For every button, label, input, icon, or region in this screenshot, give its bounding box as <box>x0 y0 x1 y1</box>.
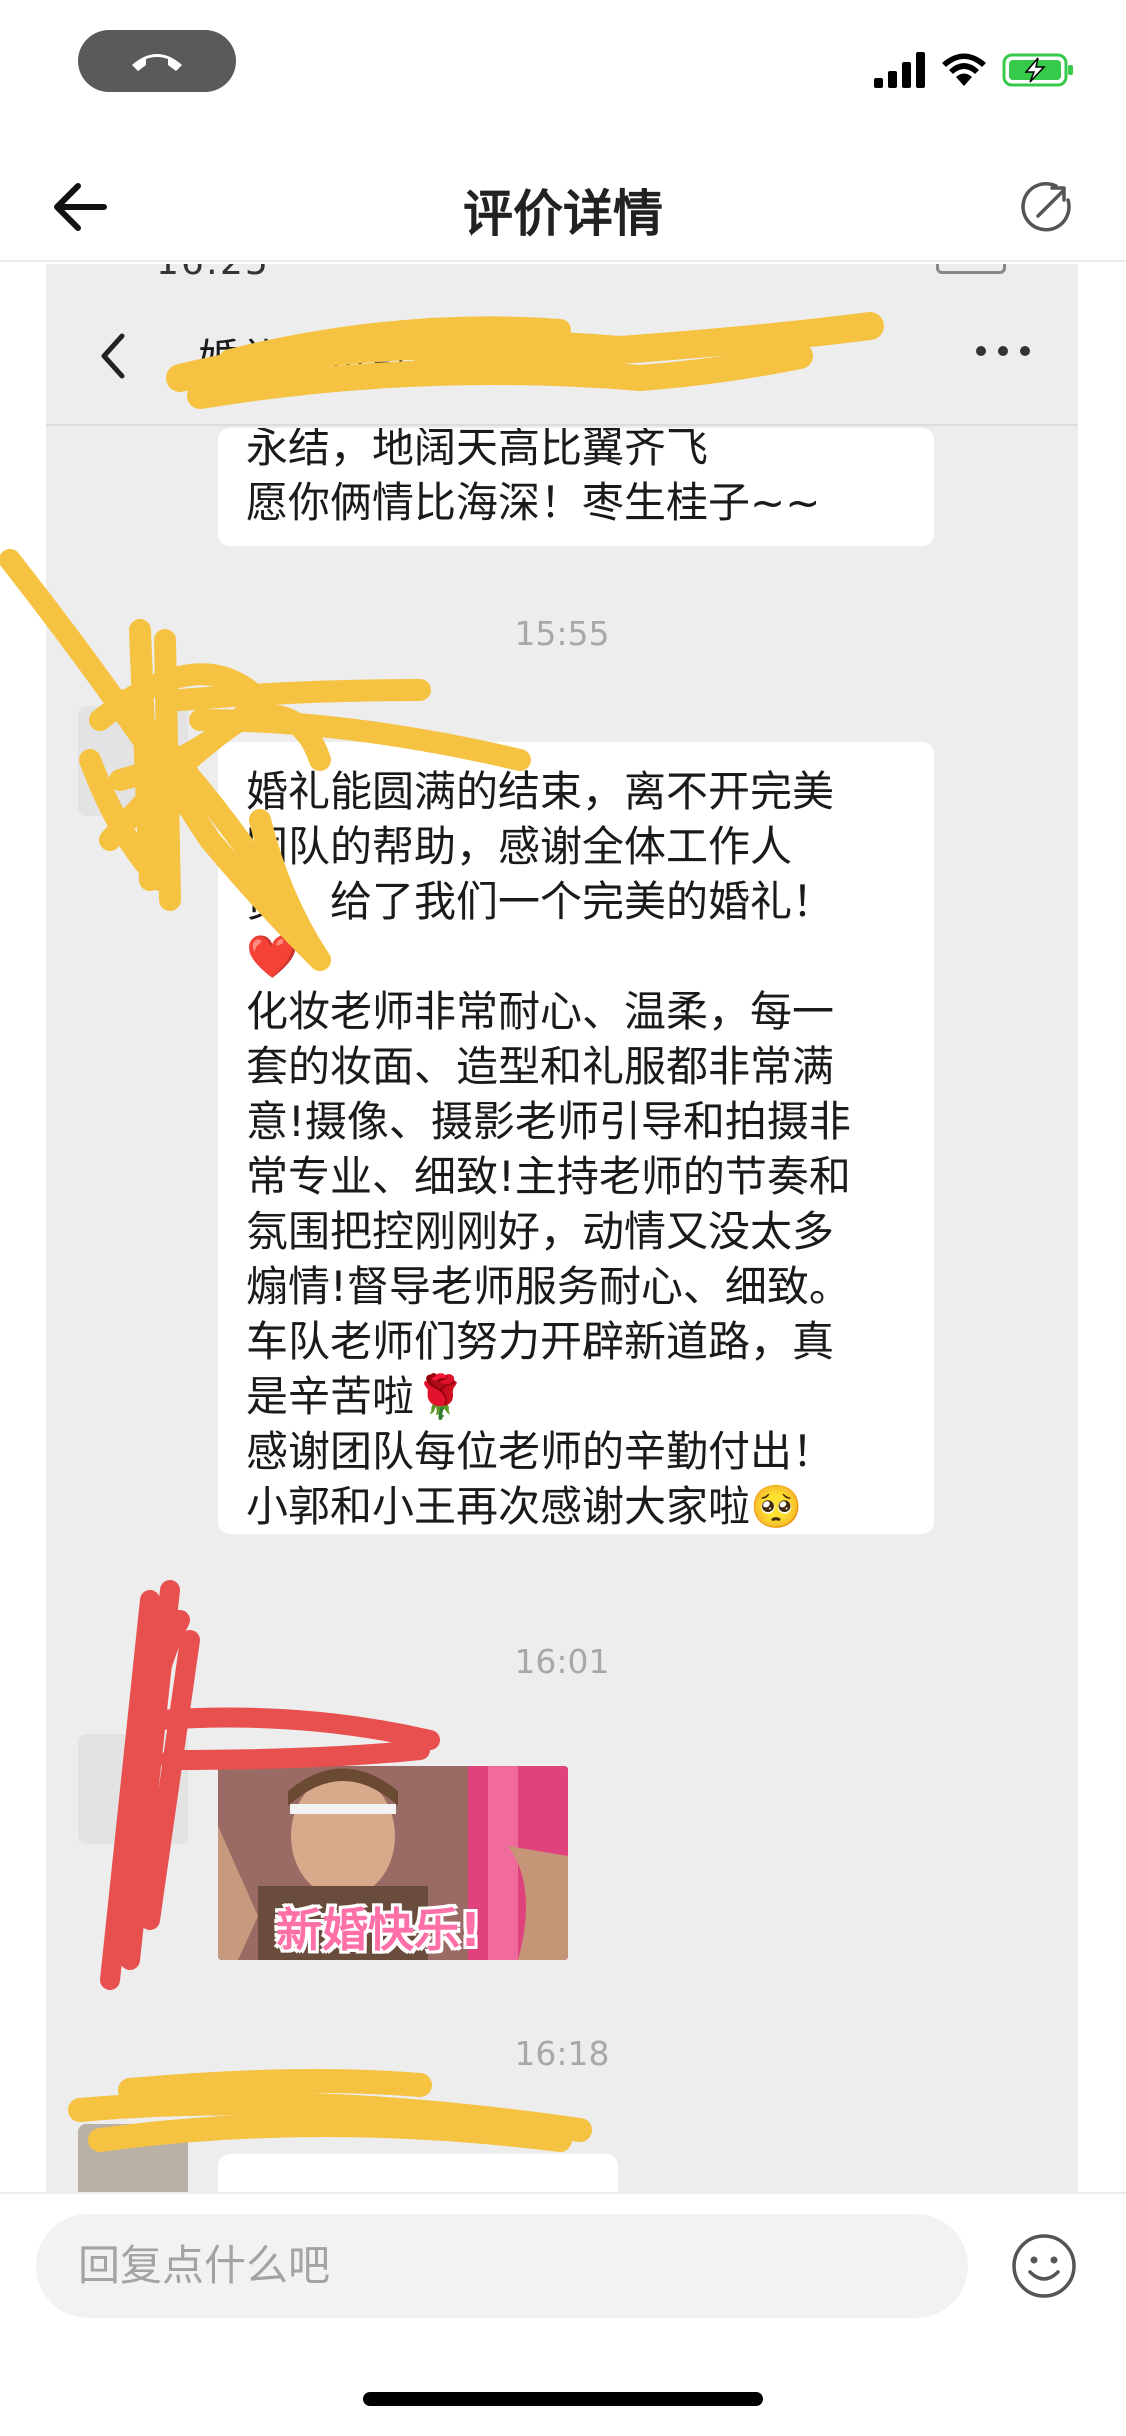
emoji-button[interactable] <box>1010 2232 1078 2300</box>
message-line: 意!摄像、摄影老师引导和拍摄非 <box>246 1097 851 1146</box>
message-line: 车队老师们努力开辟新道路，真 <box>246 1317 835 1366</box>
wifi-icon <box>942 53 986 86</box>
home-indicator <box>363 2392 763 2406</box>
chevron-left-icon <box>101 333 125 379</box>
reply-input[interactable] <box>36 2214 968 2318</box>
battery-charging-icon <box>1002 53 1073 87</box>
timestamp: 16:18 <box>514 2034 610 2073</box>
screenshot-chat-header: 婚礼筹备群(20) <box>46 286 1078 426</box>
share-button[interactable] <box>1016 176 1078 238</box>
message-line: 氛围把控刚刚好，动情又没太多 <box>246 1207 835 1256</box>
message-line: 团队的帮助，感谢全体工作人 <box>246 822 793 871</box>
smiley-face-icon <box>1012 2234 1076 2298</box>
page-title: 评价详情 <box>463 185 663 243</box>
timestamp: 16:01 <box>514 1642 610 1681</box>
screenshot-battery-icon <box>936 264 1006 274</box>
message-line: 是辛苦啦🌹 <box>246 1372 467 1421</box>
avatar <box>78 2124 188 2192</box>
screenshot-status-time: 16:25 <box>156 264 270 283</box>
cellular-signal-icon <box>874 52 925 88</box>
message-line: 小郭和小王再次感谢大家啦🥺 <box>246 1482 803 1531</box>
active-call-pill[interactable] <box>78 30 236 92</box>
message-line: 化妆老师非常耐心、温柔，每一 <box>246 987 835 1036</box>
sticker-image: 新婚快乐! <box>218 1766 568 1960</box>
message-line: ❤️ <box>246 932 299 981</box>
message-line: 永结，地阔天高比翼齐飞 <box>246 428 709 472</box>
message-line: 感谢团队每位老师的辛勤付出！ <box>246 1427 835 1476</box>
message-line: 常专业、细致!主持老师的节奏和 <box>246 1152 851 1201</box>
message-line: 愿你俩情比海深！枣生桂子~~ <box>246 478 821 527</box>
message-line: 员，给了我们一个完美的婚礼！ <box>246 877 835 926</box>
phone-hangup-icon <box>132 54 182 71</box>
avatar <box>78 706 188 816</box>
message-bubble: 婚礼能圆满的结束，离不开完美 团队的帮助，感谢全体工作人 员，给了我们一个完美的… <box>218 742 934 1534</box>
sticker-caption: 新婚快乐! <box>276 1903 481 1957</box>
more-dots-icon <box>976 346 1030 356</box>
chat-screenshot: 16:25 婚礼筹备群(20) 永结，地阔天高比翼齐飞 愿你俩情比海深！枣生桂子… <box>46 264 1078 2192</box>
message-line: 套的妆面、造型和礼服都非常满 <box>246 1042 835 1091</box>
status-bar <box>0 0 1126 150</box>
timestamp: 15:55 <box>514 614 610 653</box>
screenshot-back-button <box>88 326 138 386</box>
message-bubble: 永结，地阔天高比翼齐飞 愿你俩情比海深！枣生桂子~~ <box>218 428 934 546</box>
message-line: 煽情!督导老师服务耐心、细致。 <box>246 1262 851 1311</box>
avatar <box>78 1734 188 1844</box>
message-bubble <box>218 2154 618 2192</box>
nav-bar: 评价详情 <box>0 150 1126 262</box>
message-line: 婚礼能圆满的结束，离不开完美 <box>246 767 835 816</box>
screenshot-chat-title: 婚礼筹备群(20) <box>198 335 504 384</box>
refresh-share-icon <box>1021 182 1071 232</box>
